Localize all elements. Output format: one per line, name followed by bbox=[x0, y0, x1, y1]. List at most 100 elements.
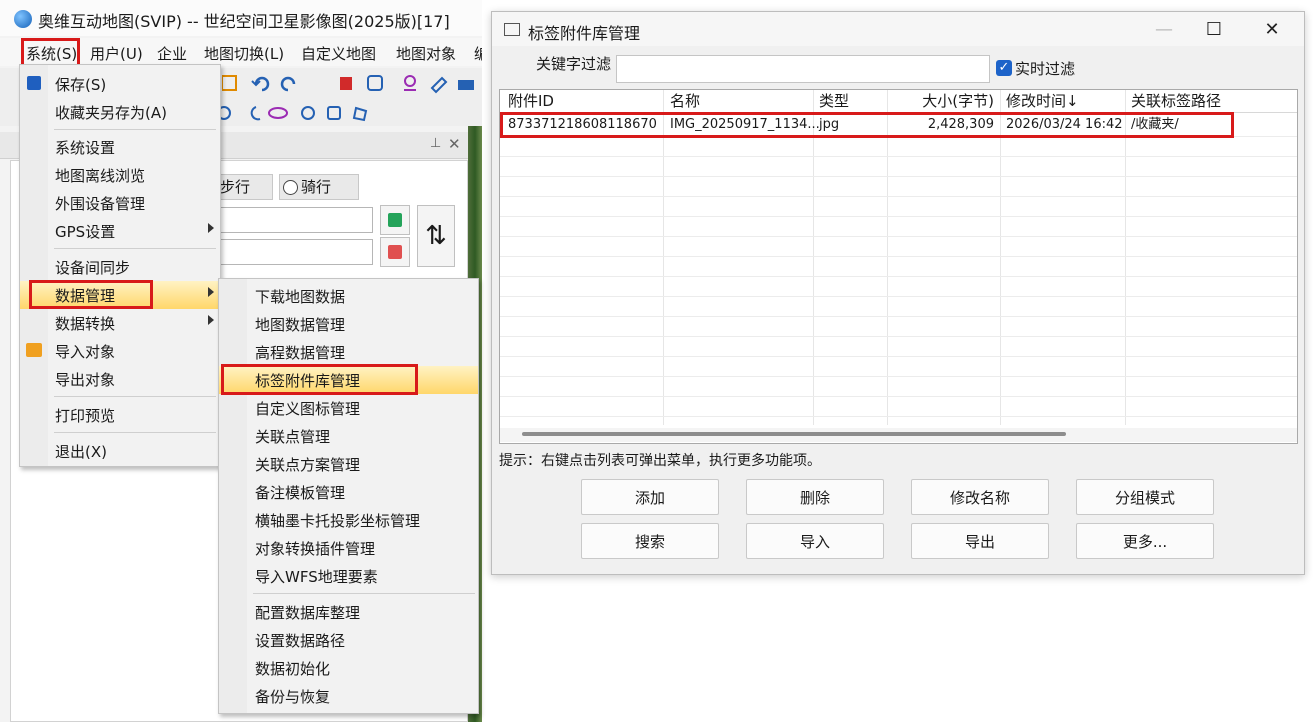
submenu-arrow-icon bbox=[208, 223, 214, 233]
toolbar-shape-icons[interactable] bbox=[216, 104, 376, 122]
toolbar-icons-row1[interactable] bbox=[222, 72, 478, 94]
menu-edit[interactable]: 编 bbox=[474, 43, 482, 64]
pin-icon[interactable]: ⊥ bbox=[430, 136, 441, 151]
close-icon[interactable]: ✕ bbox=[448, 135, 461, 153]
menu-item-linked-point-management[interactable]: 关联点管理 bbox=[219, 422, 478, 450]
data-management-submenu: 下载地图数据 地图数据管理 高程数据管理 标签附件库管理 自定义图标管理 关联点… bbox=[218, 278, 479, 714]
menu-item-elevation-data-management[interactable]: 高程数据管理 bbox=[219, 338, 478, 366]
mode-walk-tab[interactable]: 步行 bbox=[217, 174, 273, 200]
filter-label: 关键字过滤 bbox=[536, 55, 612, 73]
row-divider bbox=[500, 196, 1297, 197]
dialog-title-bar: 标签附件库管理 — ☐ ✕ bbox=[492, 12, 1304, 46]
menu-item-offline-browse[interactable]: 地图离线浏览 bbox=[20, 161, 220, 189]
menu-item-config-db-cleanup[interactable]: 配置数据库整理 bbox=[219, 598, 478, 626]
menu-item-export-objects[interactable]: 导出对象 bbox=[20, 365, 220, 393]
menu-item-save[interactable]: 保存(S) bbox=[20, 70, 220, 98]
maximize-button[interactable]: ☐ bbox=[1188, 12, 1240, 46]
menu-map-objects[interactable]: 地图对象 bbox=[396, 43, 456, 64]
system-dropdown-menu: 保存(S) 收藏夹另存为(A) 系统设置 地图离线浏览 外围设备管理 GPS设置… bbox=[19, 64, 221, 467]
end-point-input[interactable] bbox=[211, 239, 373, 265]
close-button[interactable]: ✕ bbox=[1246, 12, 1298, 46]
menu-item-tm-projection-coordinates[interactable]: 横轴墨卡托投影坐标管理 bbox=[219, 506, 478, 534]
menu-item-system-settings[interactable]: 系统设置 bbox=[20, 133, 220, 161]
horizontal-scrollbar[interactable] bbox=[500, 428, 1297, 442]
end-point-button[interactable] bbox=[380, 237, 410, 267]
mode-ride-label: 骑行 bbox=[301, 178, 332, 196]
column-header-modified[interactable]: 修改时间↓ bbox=[1006, 90, 1079, 112]
highlight-box-table-row bbox=[500, 112, 1234, 138]
menu-item-import-objects[interactable]: 导入对象 bbox=[20, 337, 220, 365]
radio-circle-icon bbox=[283, 180, 298, 195]
menu-item-download-map-data[interactable]: 下载地图数据 bbox=[219, 282, 478, 310]
realtime-filter-checkbox[interactable]: ✓ bbox=[996, 60, 1012, 76]
row-divider bbox=[500, 416, 1297, 417]
menu-item-note-template-management[interactable]: 备注模板管理 bbox=[219, 478, 478, 506]
highlight-box-data-management bbox=[29, 280, 153, 309]
swap-button[interactable]: ⇅ bbox=[417, 205, 455, 267]
column-header-type[interactable]: 类型 bbox=[819, 90, 849, 112]
menu-item-linked-point-scheme-management[interactable]: 关联点方案管理 bbox=[219, 450, 478, 478]
app-title-bar: 奥维互动地图(SVIP) -- 世纪空间卫星影像图(2025版)[17] bbox=[0, 0, 482, 36]
menu-item-data-initialize[interactable]: 数据初始化 bbox=[219, 654, 478, 682]
minimize-button[interactable]: — bbox=[1138, 12, 1190, 46]
menu-user[interactable]: 用户(U) bbox=[90, 43, 143, 64]
scrollbar-thumb[interactable] bbox=[522, 432, 1066, 436]
menu-item-save-favorites-as-label: 收藏夹另存为(A) bbox=[55, 104, 167, 122]
row-divider bbox=[500, 376, 1297, 377]
menu-item-label: 配置数据库整理 bbox=[255, 604, 361, 622]
menu-item-gps-settings-label: GPS设置 bbox=[55, 223, 116, 241]
menu-item-import-wfs[interactable]: 导入WFS地理要素 bbox=[219, 562, 478, 590]
column-header-size[interactable]: 大小(字节) bbox=[910, 90, 994, 112]
export-button[interactable]: 导出 bbox=[911, 523, 1049, 559]
menu-item-device-sync[interactable]: 设备间同步 bbox=[20, 253, 220, 281]
menu-item-save-label: 保存(S) bbox=[55, 76, 107, 94]
tag-attachment-library-dialog: 标签附件库管理 — ☐ ✕ 关键字过滤 ✓ 实时过滤 附件ID 名称 类型 大小… bbox=[491, 11, 1305, 575]
group-mode-button[interactable]: 分组模式 bbox=[1076, 479, 1214, 515]
start-point-input[interactable] bbox=[211, 207, 373, 233]
menu-item-gps-settings[interactable]: GPS设置 bbox=[20, 217, 220, 245]
submenu-arrow-icon bbox=[208, 315, 214, 325]
menu-map-switch[interactable]: 地图切换(L) bbox=[204, 43, 284, 64]
column-divider bbox=[813, 90, 814, 425]
column-header-tag-path[interactable]: 关联标签路径 bbox=[1131, 90, 1221, 112]
mode-ride-tab[interactable]: 骑行 bbox=[279, 174, 359, 200]
row-divider bbox=[500, 276, 1297, 277]
menu-item-save-favorites-as[interactable]: 收藏夹另存为(A) bbox=[20, 98, 220, 126]
menu-item-label: 关联点方案管理 bbox=[255, 456, 361, 474]
row-divider bbox=[500, 336, 1297, 337]
menu-enterprise[interactable]: 企业 bbox=[157, 43, 187, 64]
menu-separator bbox=[54, 432, 216, 433]
column-header-id[interactable]: 附件ID bbox=[508, 90, 554, 112]
menu-item-set-data-path[interactable]: 设置数据路径 bbox=[219, 626, 478, 654]
keyword-filter-input[interactable] bbox=[616, 55, 990, 83]
search-button[interactable]: 搜索 bbox=[581, 523, 719, 559]
column-divider bbox=[663, 90, 664, 425]
menu-item-label: 高程数据管理 bbox=[255, 344, 346, 362]
start-point-button[interactable] bbox=[380, 205, 410, 235]
menu-item-map-data-management[interactable]: 地图数据管理 bbox=[219, 310, 478, 338]
column-header-name[interactable]: 名称 bbox=[670, 90, 700, 112]
import-button[interactable]: 导入 bbox=[746, 523, 884, 559]
rename-button[interactable]: 修改名称 bbox=[911, 479, 1049, 515]
menu-separator bbox=[54, 129, 216, 130]
menu-item-label: 关联点管理 bbox=[255, 428, 331, 446]
menu-item-data-conversion-label: 数据转换 bbox=[55, 315, 116, 333]
delete-button[interactable]: 删除 bbox=[746, 479, 884, 515]
menu-item-peripheral-devices-label: 外围设备管理 bbox=[55, 195, 146, 213]
menu-item-exit[interactable]: 退出(X) bbox=[20, 437, 220, 465]
add-button[interactable]: 添加 bbox=[581, 479, 719, 515]
attachment-table[interactable]: 附件ID 名称 类型 大小(字节) 修改时间↓ 关联标签路径 873371218… bbox=[499, 89, 1298, 444]
row-divider bbox=[500, 176, 1297, 177]
menu-item-object-conversion-plugins[interactable]: 对象转换插件管理 bbox=[219, 534, 478, 562]
menu-item-peripheral-devices[interactable]: 外围设备管理 bbox=[20, 189, 220, 217]
more-button[interactable]: 更多... bbox=[1076, 523, 1214, 559]
menu-item-device-sync-label: 设备间同步 bbox=[55, 259, 131, 277]
menu-item-backup-restore[interactable]: 备份与恢复 bbox=[219, 682, 478, 710]
menu-item-print-preview[interactable]: 打印预览 bbox=[20, 401, 220, 429]
menu-item-data-conversion[interactable]: 数据转换 bbox=[20, 309, 220, 337]
menu-custom-map[interactable]: 自定义地图 bbox=[301, 43, 376, 64]
menu-item-custom-icon-management[interactable]: 自定义图标管理 bbox=[219, 394, 478, 422]
realtime-filter-label[interactable]: 实时过滤 bbox=[1015, 58, 1075, 79]
row-divider bbox=[500, 316, 1297, 317]
row-divider bbox=[500, 356, 1297, 357]
